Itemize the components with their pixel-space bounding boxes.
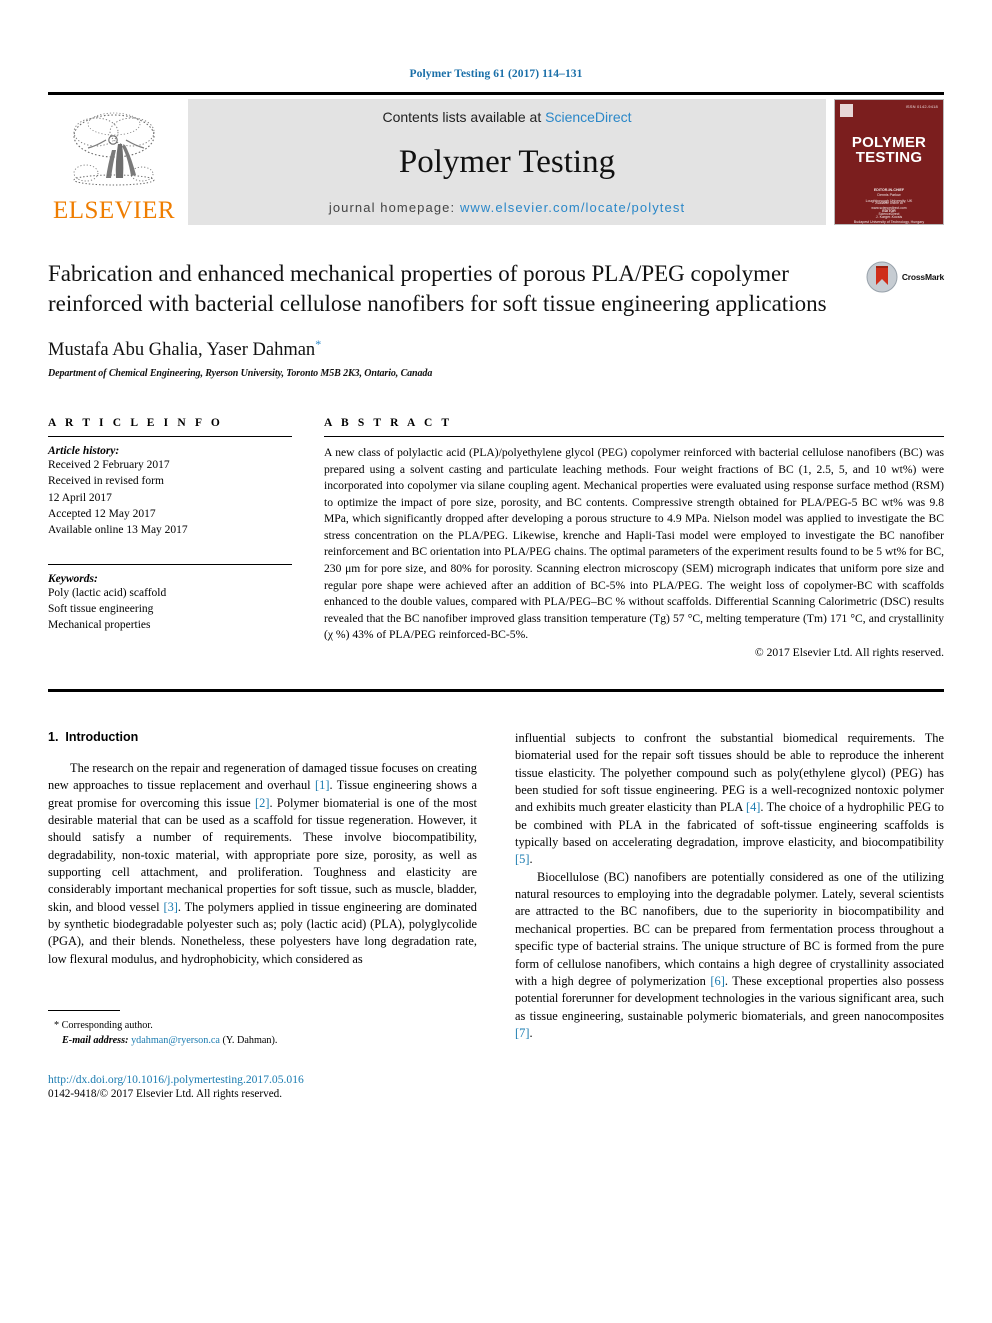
citation-7[interactable]: [7]: [515, 1026, 529, 1040]
article-info-heading: A R T I C L E I N F O: [48, 416, 223, 429]
contents-available-line: Contents lists available at ScienceDirec…: [382, 109, 631, 125]
elsevier-logo: ELSEVIER: [48, 99, 180, 225]
cover-editor2-affil: Budapest University of Technology, Hunga…: [853, 220, 925, 225]
keyword-1: Poly (lactic acid) scaffold: [48, 586, 167, 599]
intro-paragraph-right-2: Biocellulose (BC) nanofibers are potenti…: [515, 869, 944, 1043]
cover-issn: ISSN 0142-9418: [905, 104, 938, 109]
section-number: 1.: [48, 729, 59, 744]
contents-prefix-text: Contents lists available at: [382, 109, 546, 125]
crossmark-badge[interactable]: CrossMark: [866, 261, 944, 293]
intro-paragraph-left: The research on the repair and regenerat…: [48, 760, 477, 968]
journal-masthead: ELSEVIER Contents lists available at Sci…: [48, 99, 944, 225]
crossmark-icon: [866, 261, 898, 293]
journal-homepage-line: journal homepage: www.elsevier.com/locat…: [329, 200, 685, 215]
cover-footer-line3: ScienceDirect: [878, 211, 900, 216]
masthead-top-rule: [48, 92, 944, 95]
abstract-column: A B S T R A C T A new class of polylacti…: [324, 417, 944, 659]
citation-5[interactable]: [5]: [515, 852, 529, 866]
citation-3[interactable]: [3]: [163, 900, 177, 914]
intro-paragraph-right-1: influential subjects to confront the sub…: [515, 730, 944, 869]
journal-cover-thumbnail: ISSN 0142-9418 POLYMER TESTING EDITOR-IN…: [834, 99, 944, 225]
history-revised-date: 12 April 2017: [48, 491, 112, 504]
email-link[interactable]: ydahman@ryerson.ca: [131, 1035, 220, 1046]
sciencedirect-link[interactable]: ScienceDirect: [545, 109, 631, 125]
title-block: Fabrication and enhanced mechanical prop…: [48, 259, 944, 379]
crossmark-label: CrossMark: [901, 272, 944, 282]
citation-4[interactable]: [4]: [746, 800, 760, 814]
elsevier-wordmark: ELSEVIER: [52, 197, 176, 224]
elsevier-tree-icon: [73, 112, 155, 186]
cover-title: POLYMER TESTING: [852, 135, 926, 166]
abstract-heading: A B S T R A C T: [324, 416, 453, 429]
keyword-3: Mechanical properties: [48, 619, 151, 632]
cover-header-row: ISSN 0142-9418: [835, 100, 943, 117]
citation-2[interactable]: [2]: [255, 796, 269, 810]
body-top-rule: [48, 688, 944, 692]
article-history-label: Article history:: [48, 444, 120, 457]
keywords-label: Keywords:: [48, 572, 98, 585]
left-column: 1. Introduction The research on the repa…: [48, 730, 477, 1100]
journal-homepage-url[interactable]: www.elsevier.com/locate/polytest: [460, 200, 685, 215]
keywords-rule: [48, 563, 292, 565]
footnote-rule: [48, 1010, 120, 1012]
history-received: Received 2 February 2017: [48, 458, 170, 471]
author-affiliation: Department of Chemical Engineering, Ryer…: [48, 367, 433, 379]
page-title: Fabrication and enhanced mechanical prop…: [48, 261, 827, 316]
issn-copyright-line: 0142-9418/© 2017 Elsevier Ltd. All right…: [48, 1087, 283, 1100]
author-names: Mustafa Abu Ghalia, Yaser Dahman: [48, 339, 316, 360]
intro-right2-text-a: Biocellulose (BC) nanofibers are potenti…: [515, 869, 944, 988]
section-title-text: Introduction: [65, 729, 139, 744]
intro-right-text-c: .: [529, 852, 533, 867]
right-column: influential subjects to confront the sub…: [515, 730, 944, 1100]
doi-block: http://dx.doi.org/10.1016/j.polymertesti…: [48, 1073, 477, 1100]
abstract-copyright: © 2017 Elsevier Ltd. All rights reserved…: [754, 645, 944, 659]
history-accepted: Accepted 12 May 2017: [48, 507, 156, 520]
article-info-rule: [48, 435, 292, 437]
info-abstract-region: A R T I C L E I N F O Article history: R…: [48, 417, 944, 659]
abstract-rule: [324, 435, 944, 437]
email-note: E-mail address: ydahman@ryerson.ca (Y. D…: [48, 1033, 477, 1048]
corresponding-author-note: * Corresponding author.: [48, 1018, 477, 1033]
intro-right2-text-c: .: [529, 1025, 533, 1040]
corresponding-author-marker: *: [315, 336, 322, 351]
intro-left-text-c: . Polymer biomaterial is one of the most…: [48, 795, 477, 914]
author-list: Mustafa Abu Ghalia, Yaser Dahman*: [48, 337, 944, 361]
footnote-block: * Corresponding author. E-mail address: …: [48, 1010, 477, 1100]
history-revised: Received in revised form: [48, 475, 164, 488]
cover-title-line2: TESTING: [855, 149, 923, 167]
body-columns: 1. Introduction The research on the repa…: [48, 730, 944, 1100]
article-page: Polymer Testing 61 (2017) 114–131 ELSEVI…: [0, 0, 992, 1323]
masthead-center-panel: Contents lists available at ScienceDirec…: [188, 99, 826, 225]
history-online: Available online 13 May 2017: [48, 524, 188, 537]
journal-title: Polymer Testing: [398, 144, 616, 181]
cover-title-line1: POLYMER: [851, 134, 927, 151]
keyword-2: Soft tissue engineering: [48, 602, 154, 615]
footnote-marker: *: [54, 1020, 60, 1032]
section-heading-introduction: 1. Introduction: [48, 730, 477, 744]
running-head-citation: Polymer Testing 61 (2017) 114–131: [409, 68, 583, 80]
homepage-prefix-text: journal homepage:: [328, 199, 460, 215]
citation-1[interactable]: [1]: [315, 778, 329, 792]
corresponding-author-text: Corresponding author.: [61, 1020, 153, 1032]
cover-footer-block: Available online at www.sciencedirect.co…: [835, 201, 943, 217]
doi-link[interactable]: http://dx.doi.org/10.1016/j.polymertesti…: [48, 1073, 477, 1086]
citation-6[interactable]: [6]: [710, 974, 724, 988]
email-label: E-mail address:: [62, 1035, 129, 1047]
abstract-text: A new class of polylactic acid (PLA)/pol…: [324, 445, 944, 642]
article-info-column: A R T I C L E I N F O Article history: R…: [48, 417, 292, 659]
cover-elsevier-mini-logo: [840, 104, 853, 117]
email-owner: (Y. Dahman).: [222, 1035, 278, 1047]
